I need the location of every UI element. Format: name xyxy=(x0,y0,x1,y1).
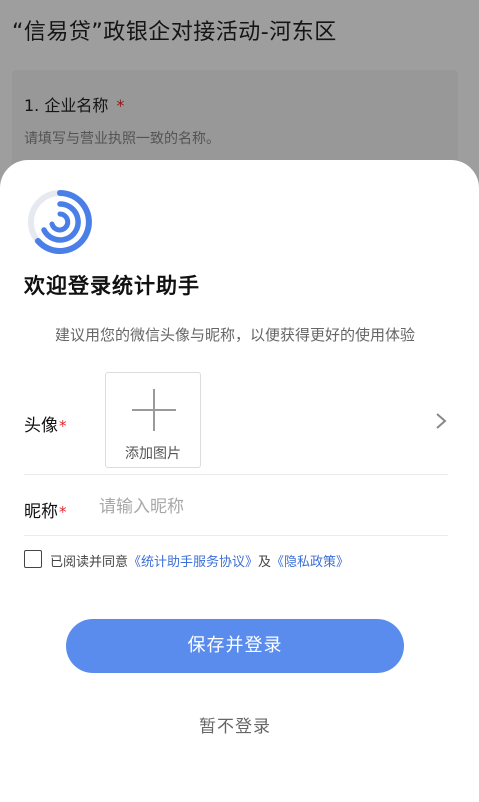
add-image-label: 添加图片 xyxy=(125,446,181,462)
save-and-login-button[interactable]: 保存并登录 xyxy=(66,619,404,673)
privacy-policy-link[interactable]: 《隐私政策》 xyxy=(271,555,349,570)
sheet-subtitle: 建议用您的微信头像与昵称，以便获得更好的使用体验 xyxy=(54,326,415,344)
required-mark: * xyxy=(59,503,67,521)
agreement-checkbox[interactable] xyxy=(24,550,42,568)
agreement-prefix: 已阅读并同意 xyxy=(50,555,129,570)
login-sheet: 欢迎登录统计助手 建议用您的微信头像与昵称，以便获得更好的使用体验 头像* 添加… xyxy=(0,160,479,802)
avatar-label: 头像* xyxy=(24,411,67,436)
skip-login-button[interactable]: 暂不登录 xyxy=(0,712,470,737)
nickname-label-text: 昵称 xyxy=(24,502,58,522)
chevron-right-icon[interactable] xyxy=(432,410,450,432)
agreement-joiner: 及 xyxy=(258,555,272,570)
nickname-label: 昵称* xyxy=(24,497,67,522)
plus-icon-vertical xyxy=(153,389,155,431)
sheet-title: 欢迎登录统计助手 xyxy=(24,274,200,298)
add-image-button[interactable]: 添加图片 xyxy=(105,372,201,468)
nickname-row: 昵称* xyxy=(24,475,448,536)
avatar-label-text: 头像 xyxy=(24,416,58,436)
app-logo-icon xyxy=(28,190,92,254)
service-agreement-link[interactable]: 《统计助手服务协议》 xyxy=(128,555,258,570)
required-mark: * xyxy=(59,417,67,435)
nickname-input[interactable] xyxy=(99,487,429,527)
agreement-text: 已阅读并同意《统计助手服务协议》及《隐私政策》 xyxy=(50,551,349,570)
avatar-row[interactable]: 头像* 添加图片 xyxy=(24,370,448,475)
agreement-row: 已阅读并同意《统计助手服务协议》及《隐私政策》 xyxy=(24,549,464,571)
